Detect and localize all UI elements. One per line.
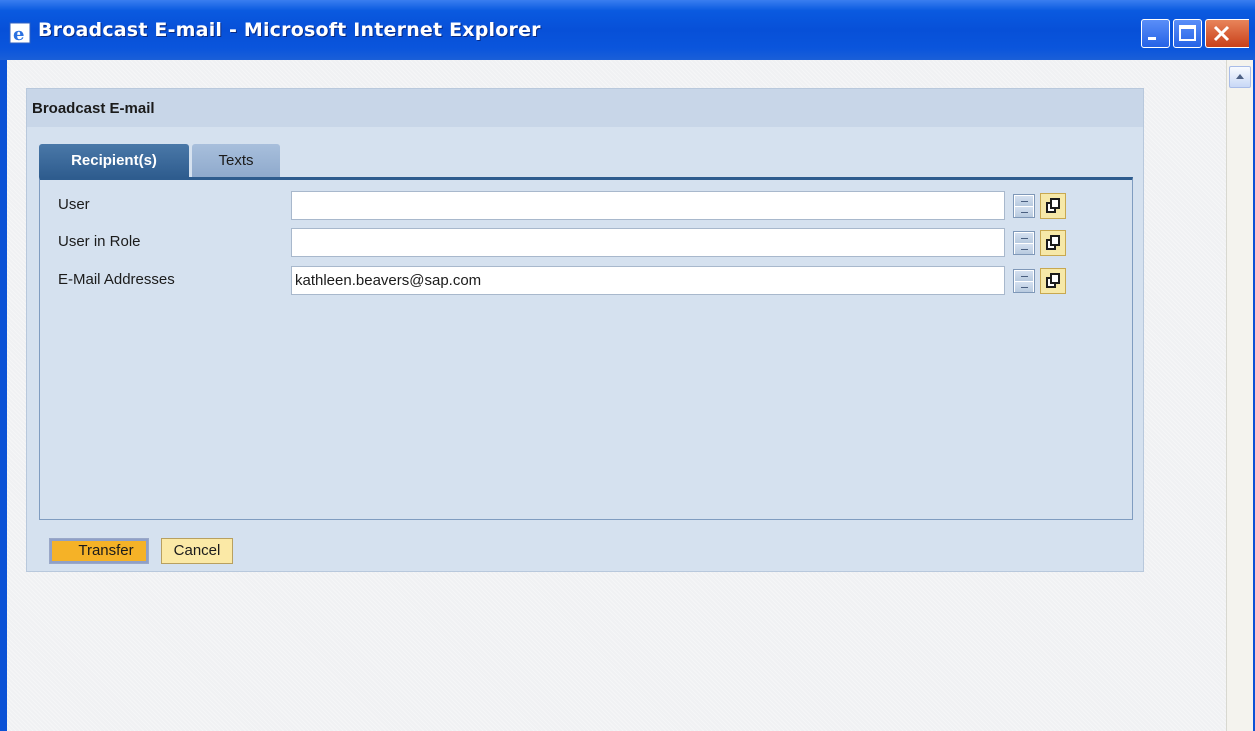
user-in-role-label: User in Role bbox=[58, 233, 141, 250]
expand-up-icon bbox=[1015, 233, 1033, 243]
email-addresses-value-help-icon[interactable] bbox=[1040, 268, 1066, 294]
scroll-up-button[interactable] bbox=[1229, 66, 1251, 88]
maximize-button[interactable] bbox=[1173, 19, 1202, 48]
minimize-button[interactable] bbox=[1141, 19, 1170, 48]
dialog-title: Broadcast E-mail bbox=[32, 100, 155, 117]
expand-up-icon bbox=[1015, 196, 1033, 206]
email-addresses-input[interactable] bbox=[291, 266, 1005, 295]
browser-window: e Broadcast E-mail - Microsoft Internet … bbox=[0, 0, 1255, 731]
user-label: User bbox=[58, 196, 90, 213]
transfer-button[interactable]: Transfer bbox=[49, 538, 149, 564]
vertical-scrollbar[interactable] bbox=[1226, 60, 1253, 731]
user-in-role-value-help-icon[interactable] bbox=[1040, 230, 1066, 256]
cancel-button[interactable]: Cancel bbox=[161, 538, 233, 564]
user-multi-select-button[interactable] bbox=[1013, 194, 1035, 218]
email-addresses-multi-select-button[interactable] bbox=[1013, 269, 1035, 293]
close-icon bbox=[1213, 25, 1230, 42]
window-title: Broadcast E-mail - Microsoft Internet Ex… bbox=[38, 19, 541, 41]
expand-up-icon bbox=[1015, 271, 1033, 281]
title-bar[interactable]: e Broadcast E-mail - Microsoft Internet … bbox=[0, 0, 1255, 60]
tab-texts[interactable]: Texts bbox=[192, 144, 280, 178]
expand-down-icon bbox=[1015, 244, 1033, 254]
recipients-tab-panel: User User in Role E-Mail Addresses bbox=[39, 177, 1133, 520]
email-addresses-label: E-Mail Addresses bbox=[58, 271, 175, 288]
close-button[interactable] bbox=[1205, 19, 1249, 48]
user-input[interactable] bbox=[291, 191, 1005, 220]
internet-explorer-icon: e bbox=[9, 22, 31, 44]
tab-recipients[interactable]: Recipient(s) bbox=[39, 144, 189, 178]
user-value-help-icon[interactable] bbox=[1040, 193, 1066, 219]
dialog-header: Broadcast E-mail bbox=[27, 89, 1143, 127]
minimize-icon bbox=[1148, 37, 1156, 40]
user-in-role-multi-select-button[interactable] bbox=[1013, 231, 1035, 255]
user-in-role-input[interactable] bbox=[291, 228, 1005, 257]
maximize-icon bbox=[1179, 25, 1196, 41]
broadcast-email-dialog: Broadcast E-mail Recipient(s) Texts User… bbox=[26, 88, 1144, 572]
svg-text:e: e bbox=[13, 24, 24, 44]
expand-down-icon bbox=[1015, 207, 1033, 217]
window-frame-left bbox=[0, 60, 7, 731]
expand-down-icon bbox=[1015, 282, 1033, 292]
